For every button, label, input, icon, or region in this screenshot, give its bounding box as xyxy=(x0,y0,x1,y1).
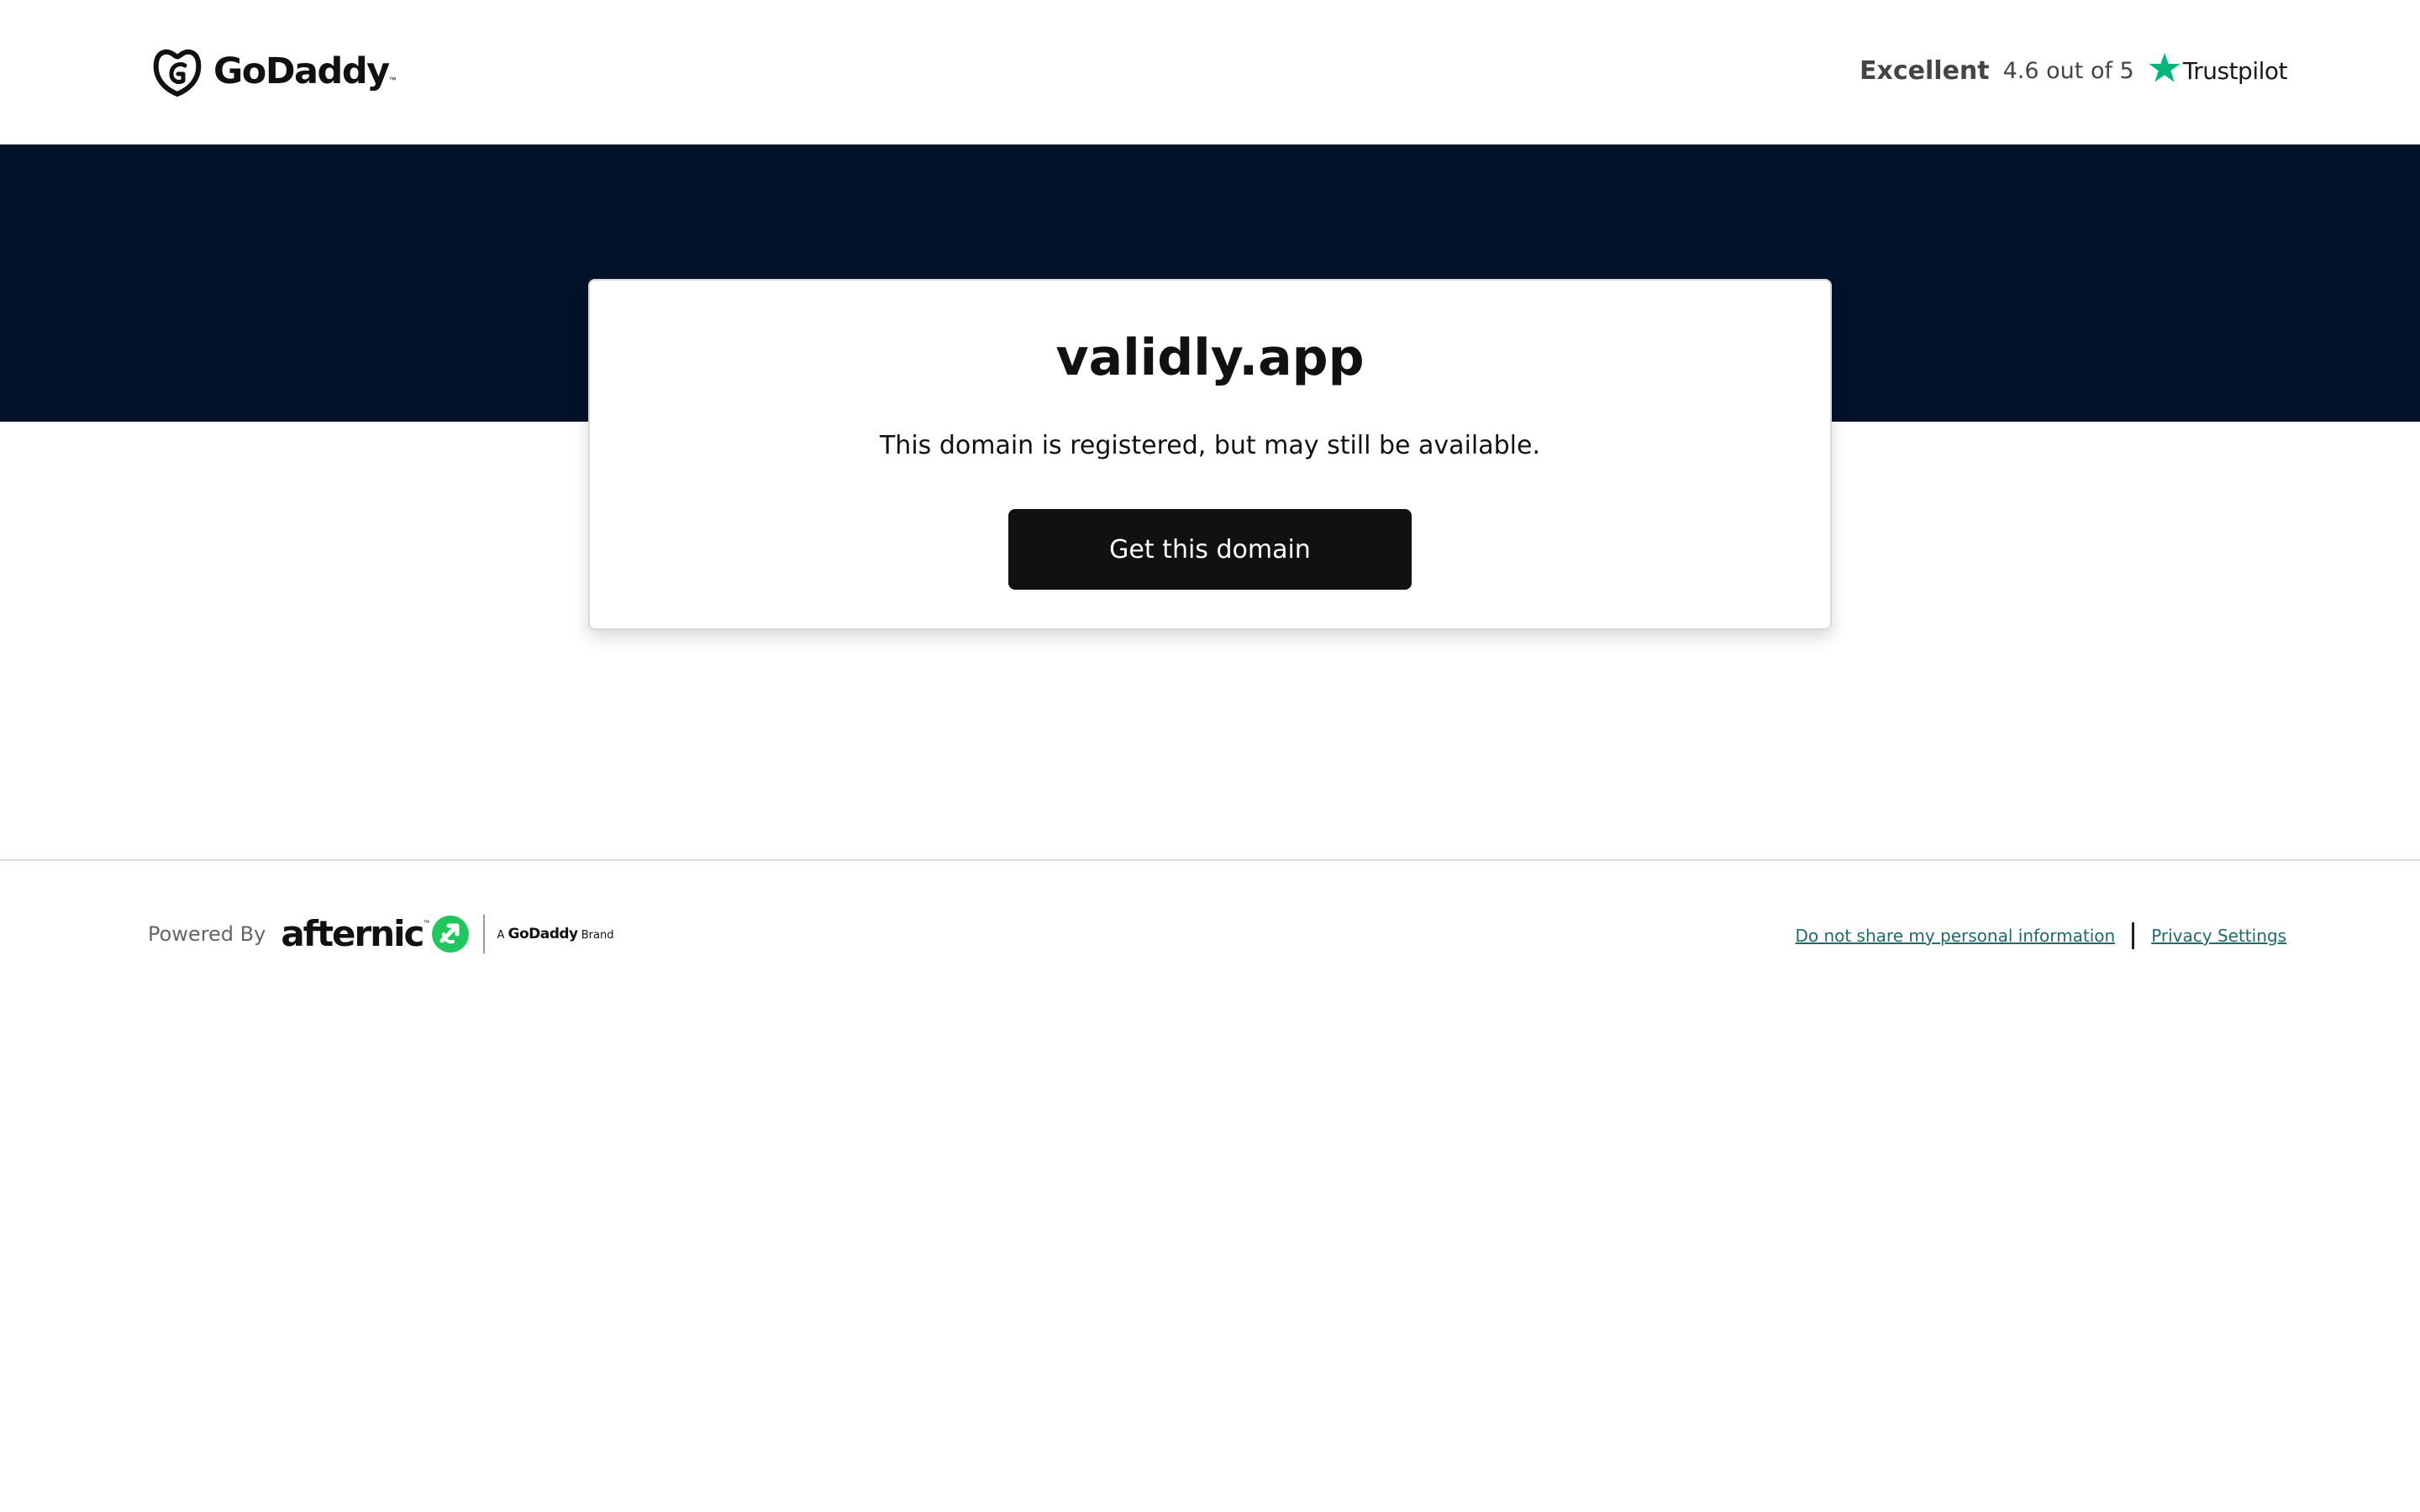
godaddy-brand-tag: A GoDaddy Brand xyxy=(497,926,613,942)
domain-name: validly.app xyxy=(1055,328,1365,387)
site-header: GoDaddy ™ Excellent 4.6 out of 5 Trustpi… xyxy=(0,0,2420,144)
brand-tag-name: GoDaddy xyxy=(508,926,578,942)
afternic-logo-icon xyxy=(432,916,470,953)
rating-score: 4.6 out of 5 xyxy=(2002,57,2134,84)
footer-links: Do not share my personal information Pri… xyxy=(1795,921,2286,951)
brand-tag-prefix: A xyxy=(497,929,505,942)
rating-label: Excellent xyxy=(1860,55,1990,86)
link-divider xyxy=(2132,922,2135,949)
godaddy-logo[interactable]: GoDaddy ™ xyxy=(150,44,397,99)
powered-by: Powered By afternic ™ A GoDaddy Brand xyxy=(148,912,614,956)
brand-separator xyxy=(483,915,486,953)
get-this-domain-button[interactable]: Get this domain xyxy=(1008,509,1412,590)
trustpilot-rating[interactable]: Excellent 4.6 out of 5 Trustpilot xyxy=(1860,47,2288,94)
trademark-symbol: ™ xyxy=(423,919,430,927)
trademark-symbol: ™ xyxy=(388,76,397,84)
powered-by-label: Powered By xyxy=(148,922,266,946)
afternic-wordmark[interactable]: afternic xyxy=(281,916,424,952)
domain-card: validly.app This domain is registered, b… xyxy=(588,279,1832,630)
trustpilot-wordmark: Trustpilot xyxy=(2182,56,2288,85)
brand-tag-suffix: Brand xyxy=(581,929,614,942)
trustpilot-star-icon xyxy=(2149,53,2181,82)
godaddy-logo-icon xyxy=(153,49,202,97)
godaddy-wordmark: GoDaddy xyxy=(213,50,390,92)
privacy-settings-link[interactable]: Privacy Settings xyxy=(2151,926,2286,946)
footer-divider-line xyxy=(0,859,2420,861)
do-not-share-link[interactable]: Do not share my personal information xyxy=(1795,926,2115,946)
domain-status-text: This domain is registered, but may still… xyxy=(879,431,1540,460)
